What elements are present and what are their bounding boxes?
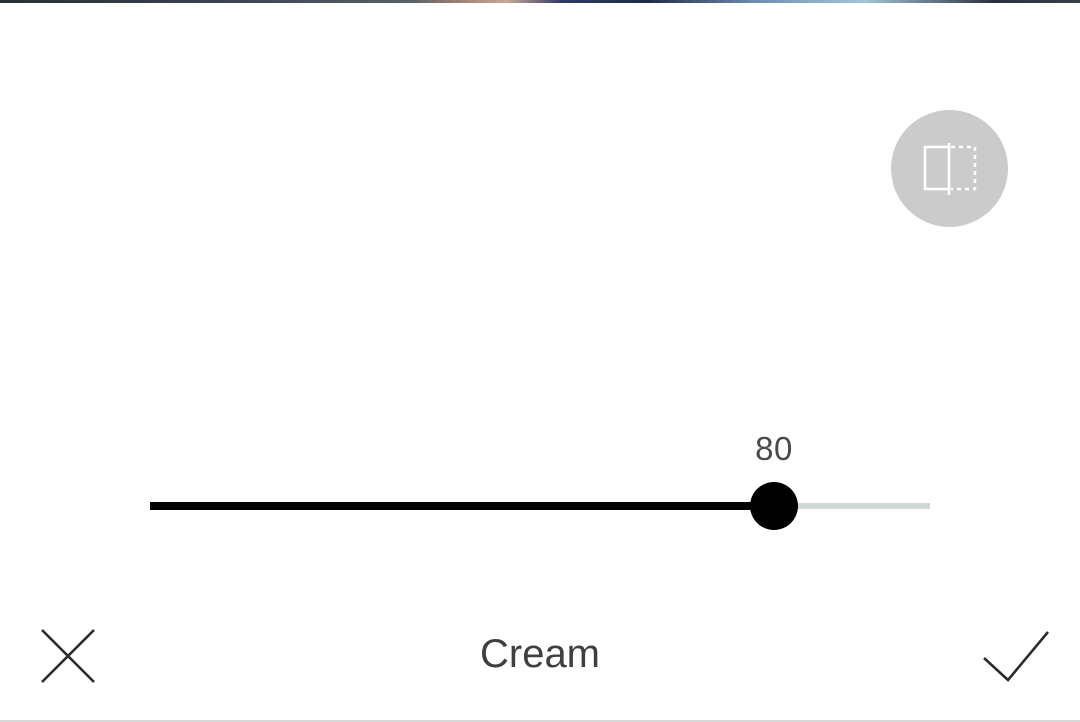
cancel-button[interactable] xyxy=(36,624,100,688)
confirm-button[interactable] xyxy=(978,624,1052,688)
slider-fill xyxy=(150,502,774,510)
intensity-value-label: 80 xyxy=(755,430,793,467)
filter-editor-screen: 80 Cream xyxy=(0,0,1080,722)
compare-button[interactable] xyxy=(891,110,1008,227)
checkmark-icon xyxy=(983,631,1049,682)
intensity-slider[interactable] xyxy=(150,480,930,532)
filter-name-label: Cream xyxy=(479,632,601,676)
photo-preview-edge xyxy=(0,0,1080,3)
compare-split-icon xyxy=(923,142,976,195)
close-icon xyxy=(41,629,95,683)
slider-thumb[interactable] xyxy=(750,482,798,530)
